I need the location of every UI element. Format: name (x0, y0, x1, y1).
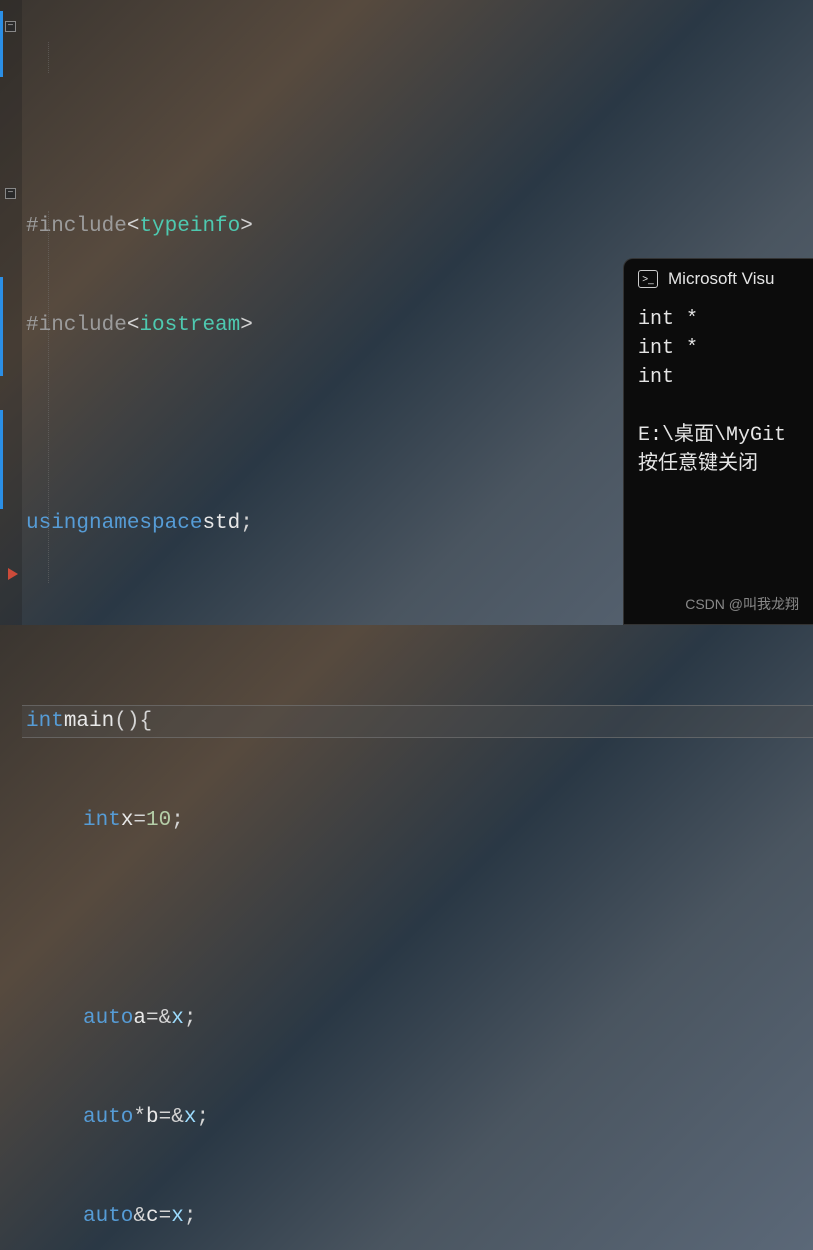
selection-marker (0, 410, 3, 509)
output-line: E:\桌面\MyGit (638, 421, 799, 450)
terminal-icon: >_ (638, 270, 658, 288)
output-line: 按任意键关闭 (638, 450, 799, 479)
fold-toggle-icon[interactable]: − (5, 21, 16, 32)
preproc-directive: #include (26, 210, 127, 243)
code-line[interactable]: auto* b = &x; (22, 1101, 813, 1134)
terminal-title-text: Microsoft Visu (668, 269, 774, 289)
breakpoint-arrow-icon (8, 568, 18, 580)
output-line: int (638, 363, 799, 392)
output-line: int * (638, 305, 799, 334)
terminal-output[interactable]: int * int * int E:\桌面\MyGit 按任意键关闭 (624, 297, 813, 487)
fold-toggle-icon[interactable]: − (5, 188, 16, 199)
code-line[interactable] (22, 903, 813, 936)
preproc-directive: #include (26, 309, 127, 342)
indent-guide (48, 211, 49, 583)
watermark-text: CSDN @叫我龙翔 (685, 594, 799, 614)
code-line[interactable]: int x = 10; (22, 804, 813, 837)
terminal-window[interactable]: >_ Microsoft Visu int * int * int E:\桌面\… (623, 258, 813, 625)
code-line-current[interactable]: int main() { (22, 705, 813, 738)
output-line: int * (638, 334, 799, 363)
code-line[interactable]: #include<typeinfo> (22, 210, 813, 243)
terminal-titlebar[interactable]: >_ Microsoft Visu (624, 259, 813, 297)
gutter: − − (0, 0, 22, 625)
indent-guide (48, 42, 49, 73)
code-line[interactable]: auto& c = x; (22, 1200, 813, 1233)
selection-marker (0, 277, 3, 376)
code-line[interactable]: auto a = &x; (22, 1002, 813, 1035)
selection-marker (0, 11, 3, 77)
